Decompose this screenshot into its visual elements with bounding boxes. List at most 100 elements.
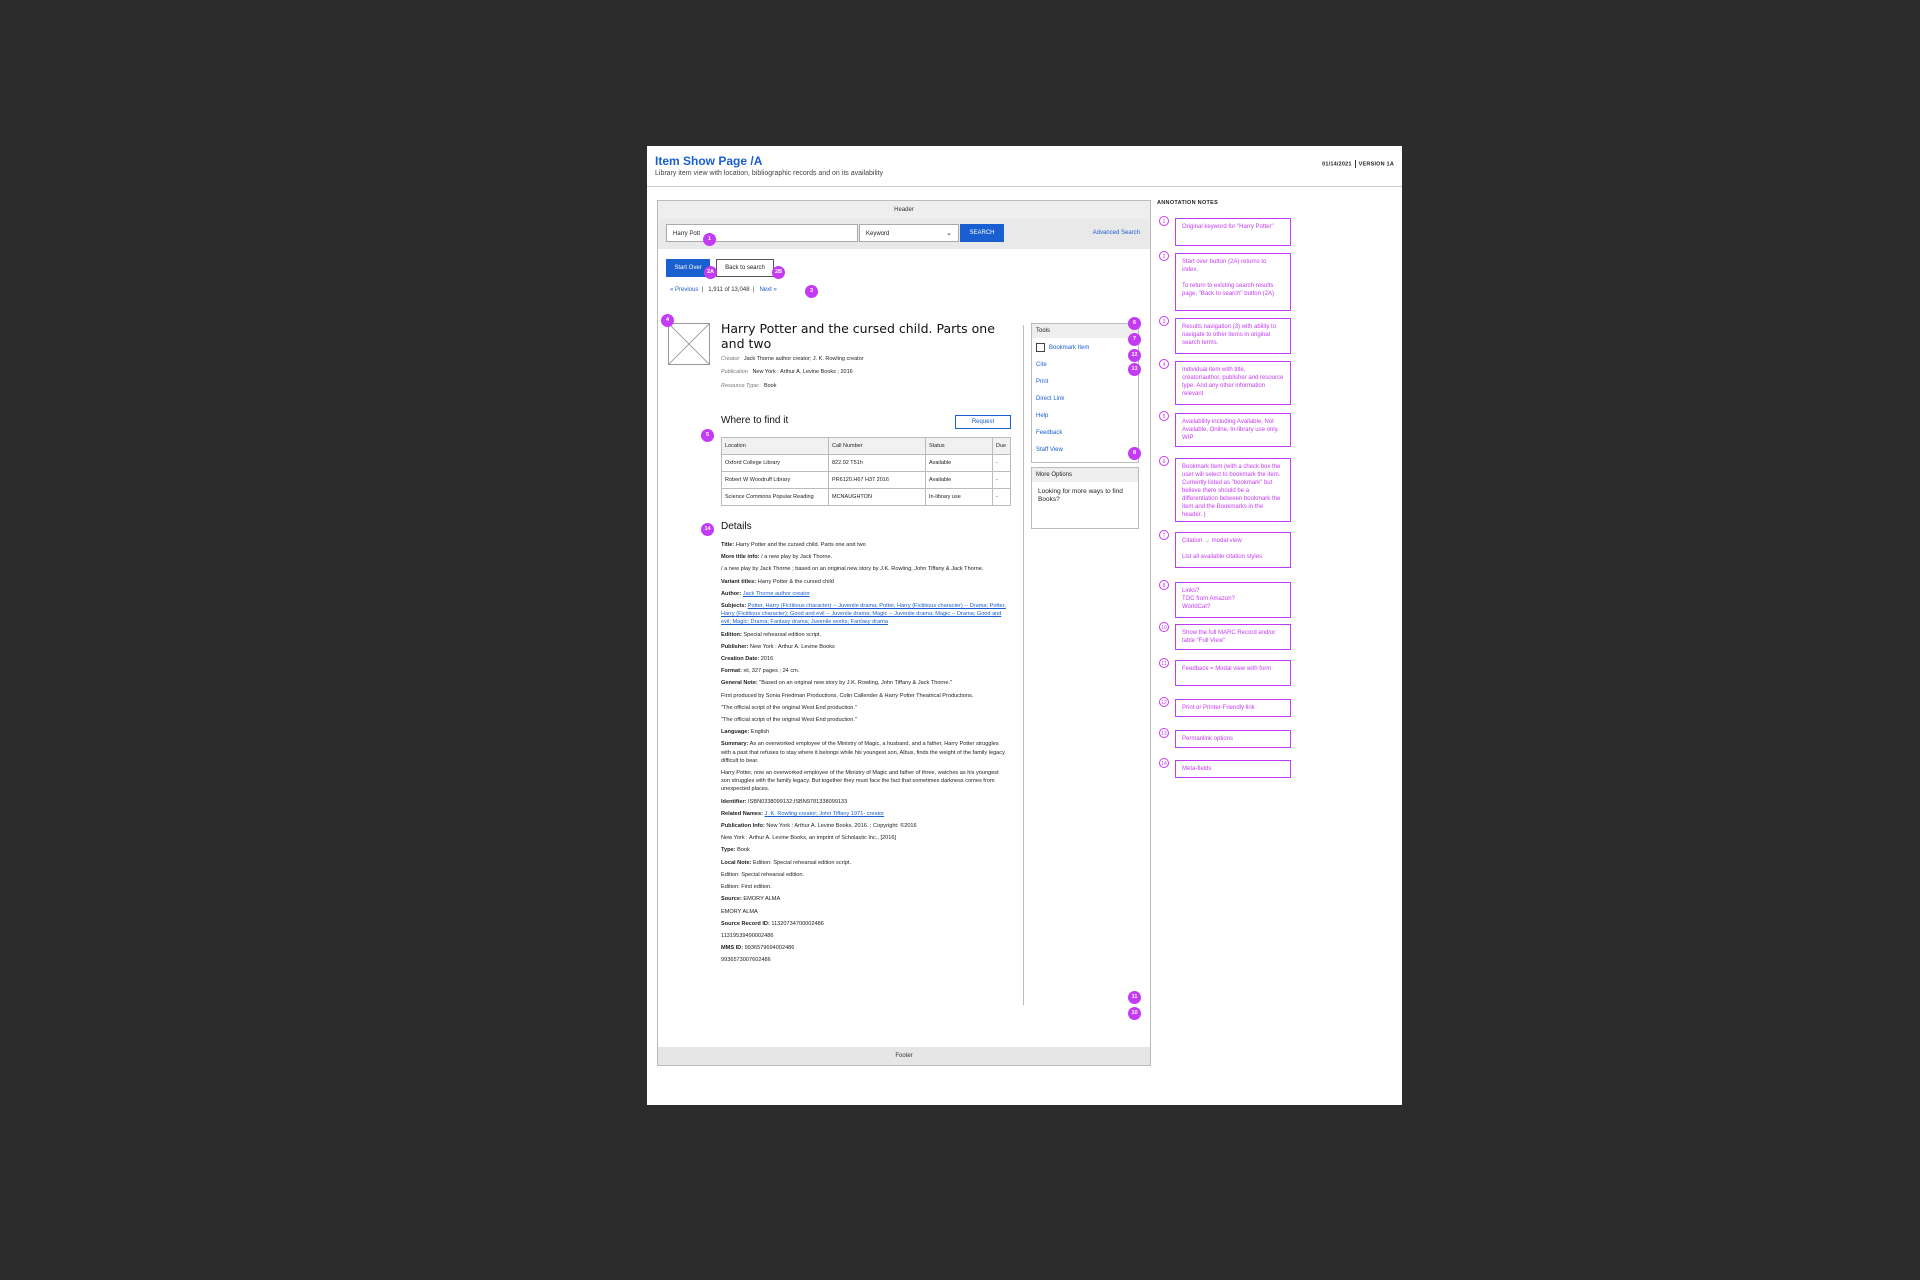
sheet-divider: [647, 186, 1402, 187]
details-row: "The official script of the original Wes…: [721, 704, 1006, 712]
details-label: Title:: [721, 542, 735, 548]
sidebar-divider: [1023, 325, 1024, 1005]
details-row: Creation Date: 2016: [721, 655, 1006, 663]
annotation-note: Show the full MARC Record and/or table "…: [1175, 624, 1291, 650]
wire-header: Header: [658, 201, 1150, 219]
search-input[interactable]: Harry Pott: [666, 224, 858, 242]
details-link[interactable]: Potter, Harry (Fictitious character) -- …: [721, 603, 1006, 625]
annotation-number: 14: [1159, 758, 1169, 768]
details-row: "The official script of the original Wes…: [721, 716, 1006, 724]
back-to-search-button[interactable]: Back to search: [716, 259, 774, 277]
annotation-marker: 10: [1128, 1007, 1141, 1020]
search-field-value: Keyword: [866, 231, 890, 237]
more-options-heading: More Options: [1032, 468, 1138, 482]
table-cell: MCNAUGHTON: [828, 488, 926, 506]
annotation-marker: 2A: [704, 266, 717, 279]
details-value: Edition: First edition.: [721, 884, 772, 891]
help-link[interactable]: Help: [1032, 408, 1138, 425]
sheet-version: VERSION 1A: [1358, 161, 1394, 168]
item-thumbnail-placeholder: [668, 323, 710, 365]
details-list: Title: Harry Potter and the cursed child…: [721, 541, 1006, 969]
annotation-marker: 13: [1128, 363, 1141, 376]
annotation-number: 3: [1159, 316, 1169, 326]
annotation-number: 11: [1159, 658, 1169, 668]
details-row: / a new play by Jack Thorne ; based on a…: [721, 565, 1006, 573]
table-cell: Robert W Woodruff Library: [721, 471, 829, 489]
details-row: MMS ID: 9936579694002486: [721, 944, 1006, 952]
result-position: 1,911: [708, 287, 723, 293]
feedback-link[interactable]: Feedback: [1032, 425, 1138, 442]
table-cell: PR6120.H67 H37 2016: [828, 471, 926, 489]
details-heading: Details: [721, 521, 752, 532]
annotation-marker: 7: [1128, 333, 1141, 346]
result-of: of: [724, 287, 730, 293]
availability-table: Location Call Number Status Due Oxford C…: [721, 437, 1011, 506]
advanced-search-link[interactable]: Advanced Search: [1093, 230, 1140, 236]
resource-value: Book: [763, 383, 777, 389]
direct-link[interactable]: Direct Link: [1032, 391, 1138, 408]
details-row: Identifier: ISBN0338099132;ISBN978133809…: [721, 798, 1006, 806]
publication-value: New York : Arthur A. Levine Books ; 2016: [752, 369, 853, 375]
annotation-note: Feedback = Modal view with form: [1175, 660, 1291, 686]
wire-footer: Footer: [658, 1047, 1150, 1065]
details-row: Source Record ID: 11320734700002486: [721, 920, 1006, 928]
annotation-marker: 1: [703, 233, 716, 246]
print-link[interactable]: Print: [1032, 374, 1138, 391]
details-value: As an overworked employee of the Ministr…: [721, 741, 1005, 764]
details-value: "Based on an original new story by J.K. …: [759, 680, 953, 687]
details-link[interactable]: J. K. Rowling creator; John Tiffany 1971…: [765, 811, 885, 817]
details-value: English: [750, 729, 770, 736]
details-row: Edition: Special rehearsal edition scrip…: [721, 631, 1006, 639]
details-label: Author:: [721, 590, 742, 597]
publication-label: Publication: [721, 369, 748, 375]
creator-label: Creator: [721, 356, 740, 362]
where-to-find-heading: Where to find it: [721, 415, 789, 426]
bookmark-label: Bookmark Item: [1049, 345, 1090, 351]
details-label: MMS ID:: [721, 945, 744, 952]
annotation-note: Citation → modal view List all available…: [1175, 532, 1291, 568]
creator-value: Jack Thorne author creator; J. K. Rowlin…: [743, 356, 864, 362]
details-value: Harry Potter & the cursed child: [757, 578, 834, 585]
details-row: Edition: First edition.: [721, 883, 1006, 891]
bookmark-item-toggle[interactable]: Bookmark Item: [1032, 340, 1138, 357]
annotation-number: 2: [1159, 251, 1169, 261]
search-field-select[interactable]: Keyword ⌄: [859, 224, 959, 242]
annotation-note: Original keyword for "Harry Potter": [1175, 218, 1291, 246]
details-row: Author: Jack Thorne author creator: [721, 590, 1006, 598]
table-cell: 822.92 T51h: [828, 454, 926, 472]
table-cell: Available: [925, 471, 993, 489]
details-row: General Note: "Based on an original new …: [721, 679, 1006, 687]
details-row: Source: EMORY ALMA: [721, 895, 1006, 903]
annotation-marker: 14: [701, 523, 714, 536]
details-row: Local Note: Edition: Special rehearsal e…: [721, 859, 1006, 867]
next-link[interactable]: Next »: [759, 287, 776, 293]
details-label: Local Note:: [721, 859, 752, 866]
design-sheet: Item Show Page /A Library item view with…: [647, 146, 1402, 1105]
details-label: More title info:: [721, 554, 760, 561]
bookmark-checkbox[interactable]: [1036, 342, 1045, 352]
table-cell: Available: [925, 454, 993, 472]
previous-link[interactable]: « Previous: [670, 287, 698, 293]
details-value: "The official script of the original Wes…: [721, 717, 857, 724]
details-row: EMORY ALMA: [721, 908, 1006, 916]
details-value: 9936579694002486: [744, 945, 795, 952]
details-link[interactable]: Jack Thorne author creator: [743, 591, 810, 597]
table-row: Robert W Woodruff Library PR6120.H67 H37…: [721, 471, 1011, 489]
details-row: New York : Arthur A. Levine Books, an im…: [721, 834, 1006, 842]
annotation-marker: 5: [701, 429, 714, 442]
details-value: 2016: [760, 656, 774, 663]
request-button[interactable]: Request: [955, 415, 1011, 429]
cite-link[interactable]: Cite: [1032, 357, 1138, 374]
details-value: First produced by Sonia Friedman Product…: [721, 692, 974, 699]
details-value: 11319539490002486: [721, 932, 774, 939]
annotation-number: 10: [1159, 622, 1169, 632]
resource-row: Resource Type: Book: [721, 383, 777, 389]
search-button[interactable]: SEARCH: [960, 224, 1004, 242]
nav-sep: |: [700, 287, 707, 293]
details-label: Publisher:: [721, 643, 749, 650]
annotation-notes-heading: ANNOTATION NOTES: [1157, 200, 1219, 206]
sheet-title: Item Show Page /A: [655, 154, 763, 168]
resource-label: Resource Type:: [721, 383, 760, 389]
details-row: Edition: Special rehearsal edition.: [721, 871, 1006, 879]
staff-view-link[interactable]: Staff View: [1032, 442, 1138, 459]
